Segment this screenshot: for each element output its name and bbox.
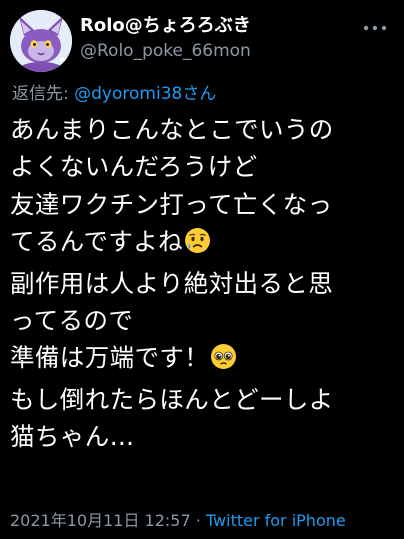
tweet: Rolo@ちょろろぶき @Rolo_poke_66mon 返信先: @dyoro… bbox=[0, 0, 404, 539]
tweet-header: Rolo@ちょろろぶき @Rolo_poke_66mon bbox=[10, 10, 394, 74]
pokemon-avatar-icon bbox=[10, 10, 72, 72]
tweet-text-segment: よくないんだろうけど bbox=[10, 152, 258, 182]
tweet-text-line: 友達ワクチン打って亡くなっ bbox=[10, 186, 402, 223]
more-options-button[interactable] bbox=[360, 18, 390, 38]
reply-mention-link[interactable]: @dyoromi38さん bbox=[74, 84, 216, 104]
meta-separator: · bbox=[190, 511, 206, 530]
tweet-text-line: てるんですよね bbox=[10, 223, 402, 264]
tweet-meta: 2021年10月11日 12:57 · Twitter for iPhone bbox=[10, 509, 346, 533]
avatar[interactable] bbox=[10, 10, 72, 72]
tweet-text-segment: あんまりこんなとこでいうの bbox=[10, 115, 334, 144]
tweet-text-line: ってるので bbox=[10, 302, 402, 339]
tweet-text-line: 副作用は人より絶対出ると思 bbox=[10, 265, 402, 302]
tweet-text-line: あんまりこんなとこでいうの bbox=[10, 111, 402, 148]
tweet-text-segment: 友達ワクチン打って亡くなっ bbox=[10, 189, 333, 219]
tweet-text-segment: 準備は万端です！ bbox=[10, 343, 210, 373]
tweet-text-segment: てるんですよね bbox=[10, 227, 184, 257]
tweet-text-line: よくないんだろうけど bbox=[10, 148, 402, 185]
reply-context: 返信先: @dyoromi38さん bbox=[12, 82, 216, 106]
tweet-text-segment: 副作用は人より絶対出ると思 bbox=[10, 268, 334, 298]
source-link[interactable]: Twitter for iPhone bbox=[206, 511, 346, 530]
tweet-text-segment: もし倒れたらほんとどーしよ bbox=[10, 384, 334, 414]
timestamp[interactable]: 2021年10月11日 12:57 bbox=[10, 511, 191, 530]
pleading-face-emoji bbox=[210, 343, 237, 380]
tweet-text-line: 猫ちゃん… bbox=[10, 418, 402, 455]
tweet-text: あんまりこんなとこでいうの よくないんだろうけど 友達ワクチン打って亡くなっ て… bbox=[10, 111, 402, 456]
display-name[interactable]: Rolo@ちょろろぶき bbox=[80, 14, 350, 38]
reply-prefix: 返信先: bbox=[12, 84, 75, 104]
tweet-text-line: 準備は万端です！ bbox=[10, 339, 402, 380]
more-options-icon bbox=[363, 25, 387, 31]
tweet-text-segment: 猫ちゃん… bbox=[10, 422, 135, 452]
tweet-text-line: もし倒れたらほんとどーしよ bbox=[10, 381, 402, 418]
author-info[interactable]: Rolo@ちょろろぶき @Rolo_poke_66mon bbox=[80, 14, 350, 64]
user-handle[interactable]: @Rolo_poke_66mon bbox=[80, 38, 350, 64]
sad-relieved-face-emoji bbox=[184, 227, 211, 264]
tweet-text-segment: ってるので bbox=[10, 306, 134, 336]
